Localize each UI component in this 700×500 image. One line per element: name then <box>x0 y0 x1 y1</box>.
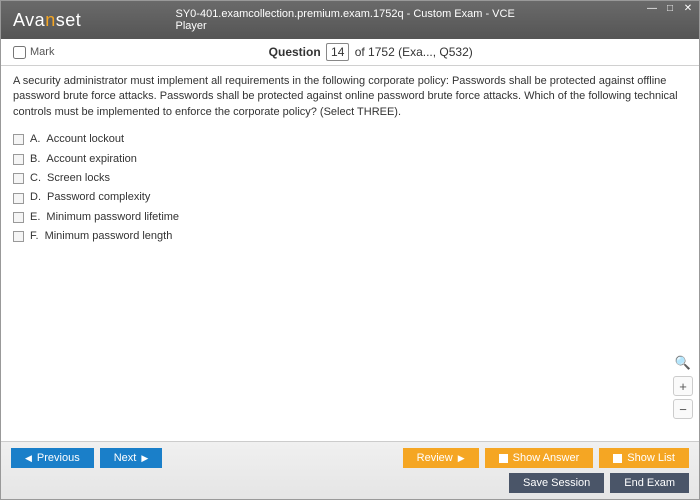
footer: ◀ Previous Next ▶ Review ▶ Show Answer Show… <box>1 441 699 499</box>
footer-row-2: Save Session End Exam <box>11 473 689 493</box>
mark-checkbox[interactable] <box>13 46 26 59</box>
option-letter: B. <box>30 152 40 167</box>
minimize-button[interactable]: — <box>643 1 661 15</box>
mark-label: Mark <box>30 46 54 58</box>
option-letter: A. <box>30 132 40 147</box>
question-header: Mark Question 14 of 1752 (Exa..., Q532) <box>1 39 699 66</box>
show-answer-button[interactable]: Show Answer <box>485 448 594 468</box>
review-button[interactable]: Review ▶ <box>403 448 479 468</box>
action-buttons-2: Save Session End Exam <box>509 473 689 493</box>
show-list-label: Show List <box>627 452 675 464</box>
question-total: of 1752 (Exa..., Q532) <box>351 45 472 59</box>
review-label: Review <box>417 452 453 464</box>
app-logo: Avanset <box>13 10 81 31</box>
logo-text-post: set <box>56 10 82 30</box>
option-letter: C. <box>30 171 41 186</box>
action-buttons-1: Review ▶ Show Answer Show List <box>403 448 689 468</box>
next-label: Next <box>114 452 137 464</box>
option-letter: E. <box>30 210 40 225</box>
next-button[interactable]: Next ▶ <box>100 448 163 468</box>
search-icon[interactable]: 🔍 <box>673 353 693 373</box>
chevron-left-icon: ◀ <box>25 453 32 464</box>
option-letter: F. <box>30 229 39 244</box>
logo-text-pre: Ava <box>13 10 45 30</box>
option-b[interactable]: B. Account expiration <box>13 150 687 169</box>
option-text: Minimum password lifetime <box>46 210 179 225</box>
previous-label: Previous <box>37 452 80 464</box>
chevron-right-icon: ▶ <box>458 453 465 464</box>
question-text: A security administrator must implement … <box>13 74 687 120</box>
checkbox-icon[interactable] <box>13 173 24 184</box>
option-a[interactable]: A. Account lockout <box>13 130 687 149</box>
option-text: Password complexity <box>47 190 150 205</box>
show-list-button[interactable]: Show List <box>599 448 689 468</box>
option-text: Account lockout <box>46 132 124 147</box>
checkbox-icon[interactable] <box>13 134 24 145</box>
square-icon <box>499 454 508 463</box>
question-indicator: Question 14 of 1752 (Exa..., Q532) <box>269 45 473 59</box>
save-session-button[interactable]: Save Session <box>509 473 604 493</box>
logo-text-orange: n <box>45 10 56 30</box>
zoom-controls: 🔍 + − <box>673 353 693 419</box>
window-controls: — □ ✕ <box>643 1 697 15</box>
maximize-button[interactable]: □ <box>661 1 679 15</box>
checkbox-icon[interactable] <box>13 231 24 242</box>
option-c[interactable]: C. Screen locks <box>13 169 687 188</box>
option-text: Screen locks <box>47 171 110 186</box>
square-icon <box>613 454 622 463</box>
chevron-right-icon: ▶ <box>141 453 148 464</box>
option-e[interactable]: E. Minimum password lifetime <box>13 208 687 227</box>
window-title: SY0-401.examcollection.premium.exam.1752… <box>176 8 525 32</box>
previous-button[interactable]: ◀ Previous <box>11 448 94 468</box>
end-exam-button[interactable]: End Exam <box>610 473 689 493</box>
close-button[interactable]: ✕ <box>679 1 697 15</box>
option-f[interactable]: F. Minimum password length <box>13 227 687 246</box>
titlebar: Avanset SY0-401.examcollection.premium.e… <box>1 1 699 39</box>
option-letter: D. <box>30 190 41 205</box>
zoom-out-button[interactable]: − <box>673 399 693 419</box>
show-answer-label: Show Answer <box>513 452 580 464</box>
footer-row-1: ◀ Previous Next ▶ Review ▶ Show Answer Show… <box>11 448 689 468</box>
checkbox-icon[interactable] <box>13 154 24 165</box>
options-list: A. Account lockout B. Account expiration C… <box>13 130 687 246</box>
question-number: 14 <box>326 43 349 61</box>
option-d[interactable]: D. Password complexity <box>13 188 687 207</box>
option-text: Minimum password length <box>45 229 173 244</box>
checkbox-icon[interactable] <box>13 193 24 204</box>
checkbox-icon[interactable] <box>13 212 24 223</box>
question-word: Question <box>269 45 321 59</box>
option-text: Account expiration <box>46 152 137 167</box>
zoom-in-button[interactable]: + <box>673 376 693 396</box>
question-body: A security administrator must implement … <box>1 66 699 255</box>
nav-buttons: ◀ Previous Next ▶ <box>11 448 162 468</box>
